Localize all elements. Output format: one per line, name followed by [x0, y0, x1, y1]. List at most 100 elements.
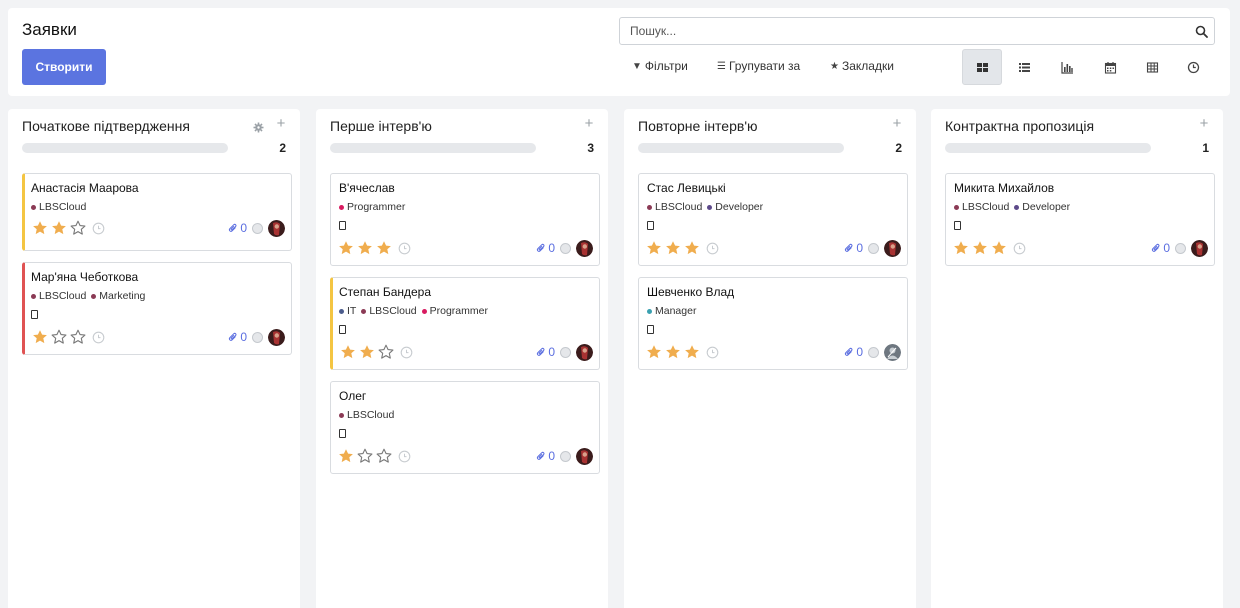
gear-icon[interactable] [253, 120, 264, 133]
add-card-button[interactable]: + [890, 116, 904, 131]
calendar-view-button[interactable] [1090, 49, 1130, 85]
kanban-card[interactable]: Микита Михайлов LBSCloud Developer 0 [945, 173, 1215, 266]
kanban-state-indicator[interactable] [252, 331, 263, 343]
column-title[interactable]: Початкове підтвердження [22, 118, 190, 134]
star-empty-icon[interactable] [376, 448, 392, 464]
search-icon[interactable] [1195, 25, 1208, 38]
star-empty-icon[interactable] [70, 220, 86, 236]
avatar[interactable] [576, 239, 593, 257]
star-filled-icon[interactable] [972, 240, 988, 256]
column-title[interactable]: Контрактна пропозиція [945, 118, 1094, 134]
kanban-state-indicator[interactable] [1175, 242, 1186, 254]
clock-icon[interactable] [92, 331, 105, 344]
star-filled-icon[interactable] [51, 220, 67, 236]
filters-button[interactable]: ▼ Фільтри [632, 57, 688, 75]
clock-icon[interactable] [398, 450, 411, 463]
star-filled-icon[interactable] [338, 448, 354, 464]
list-view-button[interactable] [1004, 49, 1044, 85]
kanban-state-indicator[interactable] [560, 242, 571, 254]
card-footer: 0 [338, 446, 593, 466]
star-filled-icon[interactable] [991, 240, 1007, 256]
kanban-state-indicator[interactable] [868, 242, 879, 254]
search-input[interactable] [620, 18, 1190, 44]
attachments-counter[interactable]: 0 [536, 241, 555, 255]
avatar[interactable] [1191, 239, 1208, 257]
priority-stars[interactable] [32, 220, 86, 236]
pivot-view-button[interactable] [1132, 49, 1172, 85]
star-empty-icon[interactable] [378, 344, 394, 360]
clock-icon[interactable] [706, 346, 719, 359]
priority-stars[interactable] [32, 329, 86, 345]
avatar[interactable] [884, 239, 901, 257]
avatar[interactable] [268, 219, 285, 237]
clock-icon[interactable] [400, 346, 413, 359]
star-empty-icon[interactable] [70, 329, 86, 345]
star-filled-icon[interactable] [340, 344, 356, 360]
priority-stars[interactable] [646, 344, 700, 360]
clock-icon[interactable] [398, 242, 411, 255]
attachments-counter[interactable]: 0 [536, 345, 555, 359]
priority-stars[interactable] [338, 240, 392, 256]
kanban-state-indicator[interactable] [868, 346, 879, 358]
star-filled-icon[interactable] [359, 344, 375, 360]
kanban-card[interactable]: Шевченко Влад Manager 0 [638, 277, 908, 370]
tag: LBSCloud [361, 305, 417, 317]
activity-icon [1187, 61, 1199, 73]
attachments-counter[interactable]: 0 [844, 345, 863, 359]
star-filled-icon[interactable] [665, 240, 681, 256]
attachments-counter[interactable]: 0 [228, 330, 247, 344]
paperclip-icon [844, 243, 854, 254]
star-filled-icon[interactable] [684, 344, 700, 360]
attachments-counter[interactable]: 0 [228, 221, 247, 235]
column-title[interactable]: Повторне інтерв'ю [638, 118, 758, 134]
avatar[interactable] [576, 343, 593, 361]
star-empty-icon[interactable] [51, 329, 67, 345]
clock-icon[interactable] [706, 242, 719, 255]
favorites-button[interactable]: ★ Закладки [830, 57, 894, 75]
star-filled-icon[interactable] [684, 240, 700, 256]
clock-icon[interactable] [1013, 242, 1026, 255]
card-name: В'ячеслав [339, 181, 395, 195]
avatar[interactable] [576, 447, 593, 465]
create-button[interactable]: Створити [22, 49, 106, 85]
star-empty-icon[interactable] [357, 448, 373, 464]
star-icon: ★ [830, 60, 839, 72]
add-card-button[interactable]: + [582, 116, 596, 131]
priority-stars[interactable] [338, 448, 392, 464]
priority-stars[interactable] [340, 344, 394, 360]
star-filled-icon[interactable] [32, 220, 48, 236]
star-filled-icon[interactable] [646, 240, 662, 256]
star-filled-icon[interactable] [376, 240, 392, 256]
kanban-view-button[interactable] [962, 49, 1002, 85]
kanban-card[interactable]: Мар'яна Чеботкова LBSCloud Marketing 0 [22, 262, 292, 355]
kanban-state-indicator[interactable] [560, 346, 571, 358]
star-filled-icon[interactable] [357, 240, 373, 256]
group-by-button[interactable]: ☰ Групувати за [717, 57, 800, 75]
kanban-card[interactable]: Анастасія Маарова LBSCloud 0 [22, 173, 292, 251]
attachments-counter[interactable]: 0 [536, 449, 555, 463]
priority-stars[interactable] [953, 240, 1007, 256]
graph-view-button[interactable] [1047, 49, 1087, 85]
clock-icon[interactable] [92, 222, 105, 235]
kanban-state-indicator[interactable] [252, 222, 263, 234]
activity-view-button[interactable] [1173, 49, 1213, 85]
kanban-card[interactable]: Стас Левицькі LBSCloud Developer 0 [638, 173, 908, 266]
star-filled-icon[interactable] [338, 240, 354, 256]
star-filled-icon[interactable] [32, 329, 48, 345]
column-title[interactable]: Перше інтерв'ю [330, 118, 432, 134]
kanban-card[interactable]: В'ячеслав Programmer 0 [330, 173, 600, 266]
kanban-card[interactable]: Олег LBSCloud 0 [330, 381, 600, 474]
star-filled-icon[interactable] [646, 344, 662, 360]
avatar[interactable] [884, 343, 901, 361]
kanban-state-indicator[interactable] [560, 450, 571, 462]
avatar[interactable] [268, 328, 285, 346]
star-filled-icon[interactable] [665, 344, 681, 360]
kanban-card[interactable]: Степан Бандера IT LBSCloud Programmer 0 [330, 277, 600, 370]
add-card-button[interactable]: + [274, 116, 288, 131]
star-filled-icon[interactable] [953, 240, 969, 256]
add-card-button[interactable]: + [1197, 116, 1211, 131]
attachments-counter[interactable]: 0 [1151, 241, 1170, 255]
priority-stars[interactable] [646, 240, 700, 256]
attachments-counter[interactable]: 0 [844, 241, 863, 255]
tag: Programmer [339, 201, 405, 213]
